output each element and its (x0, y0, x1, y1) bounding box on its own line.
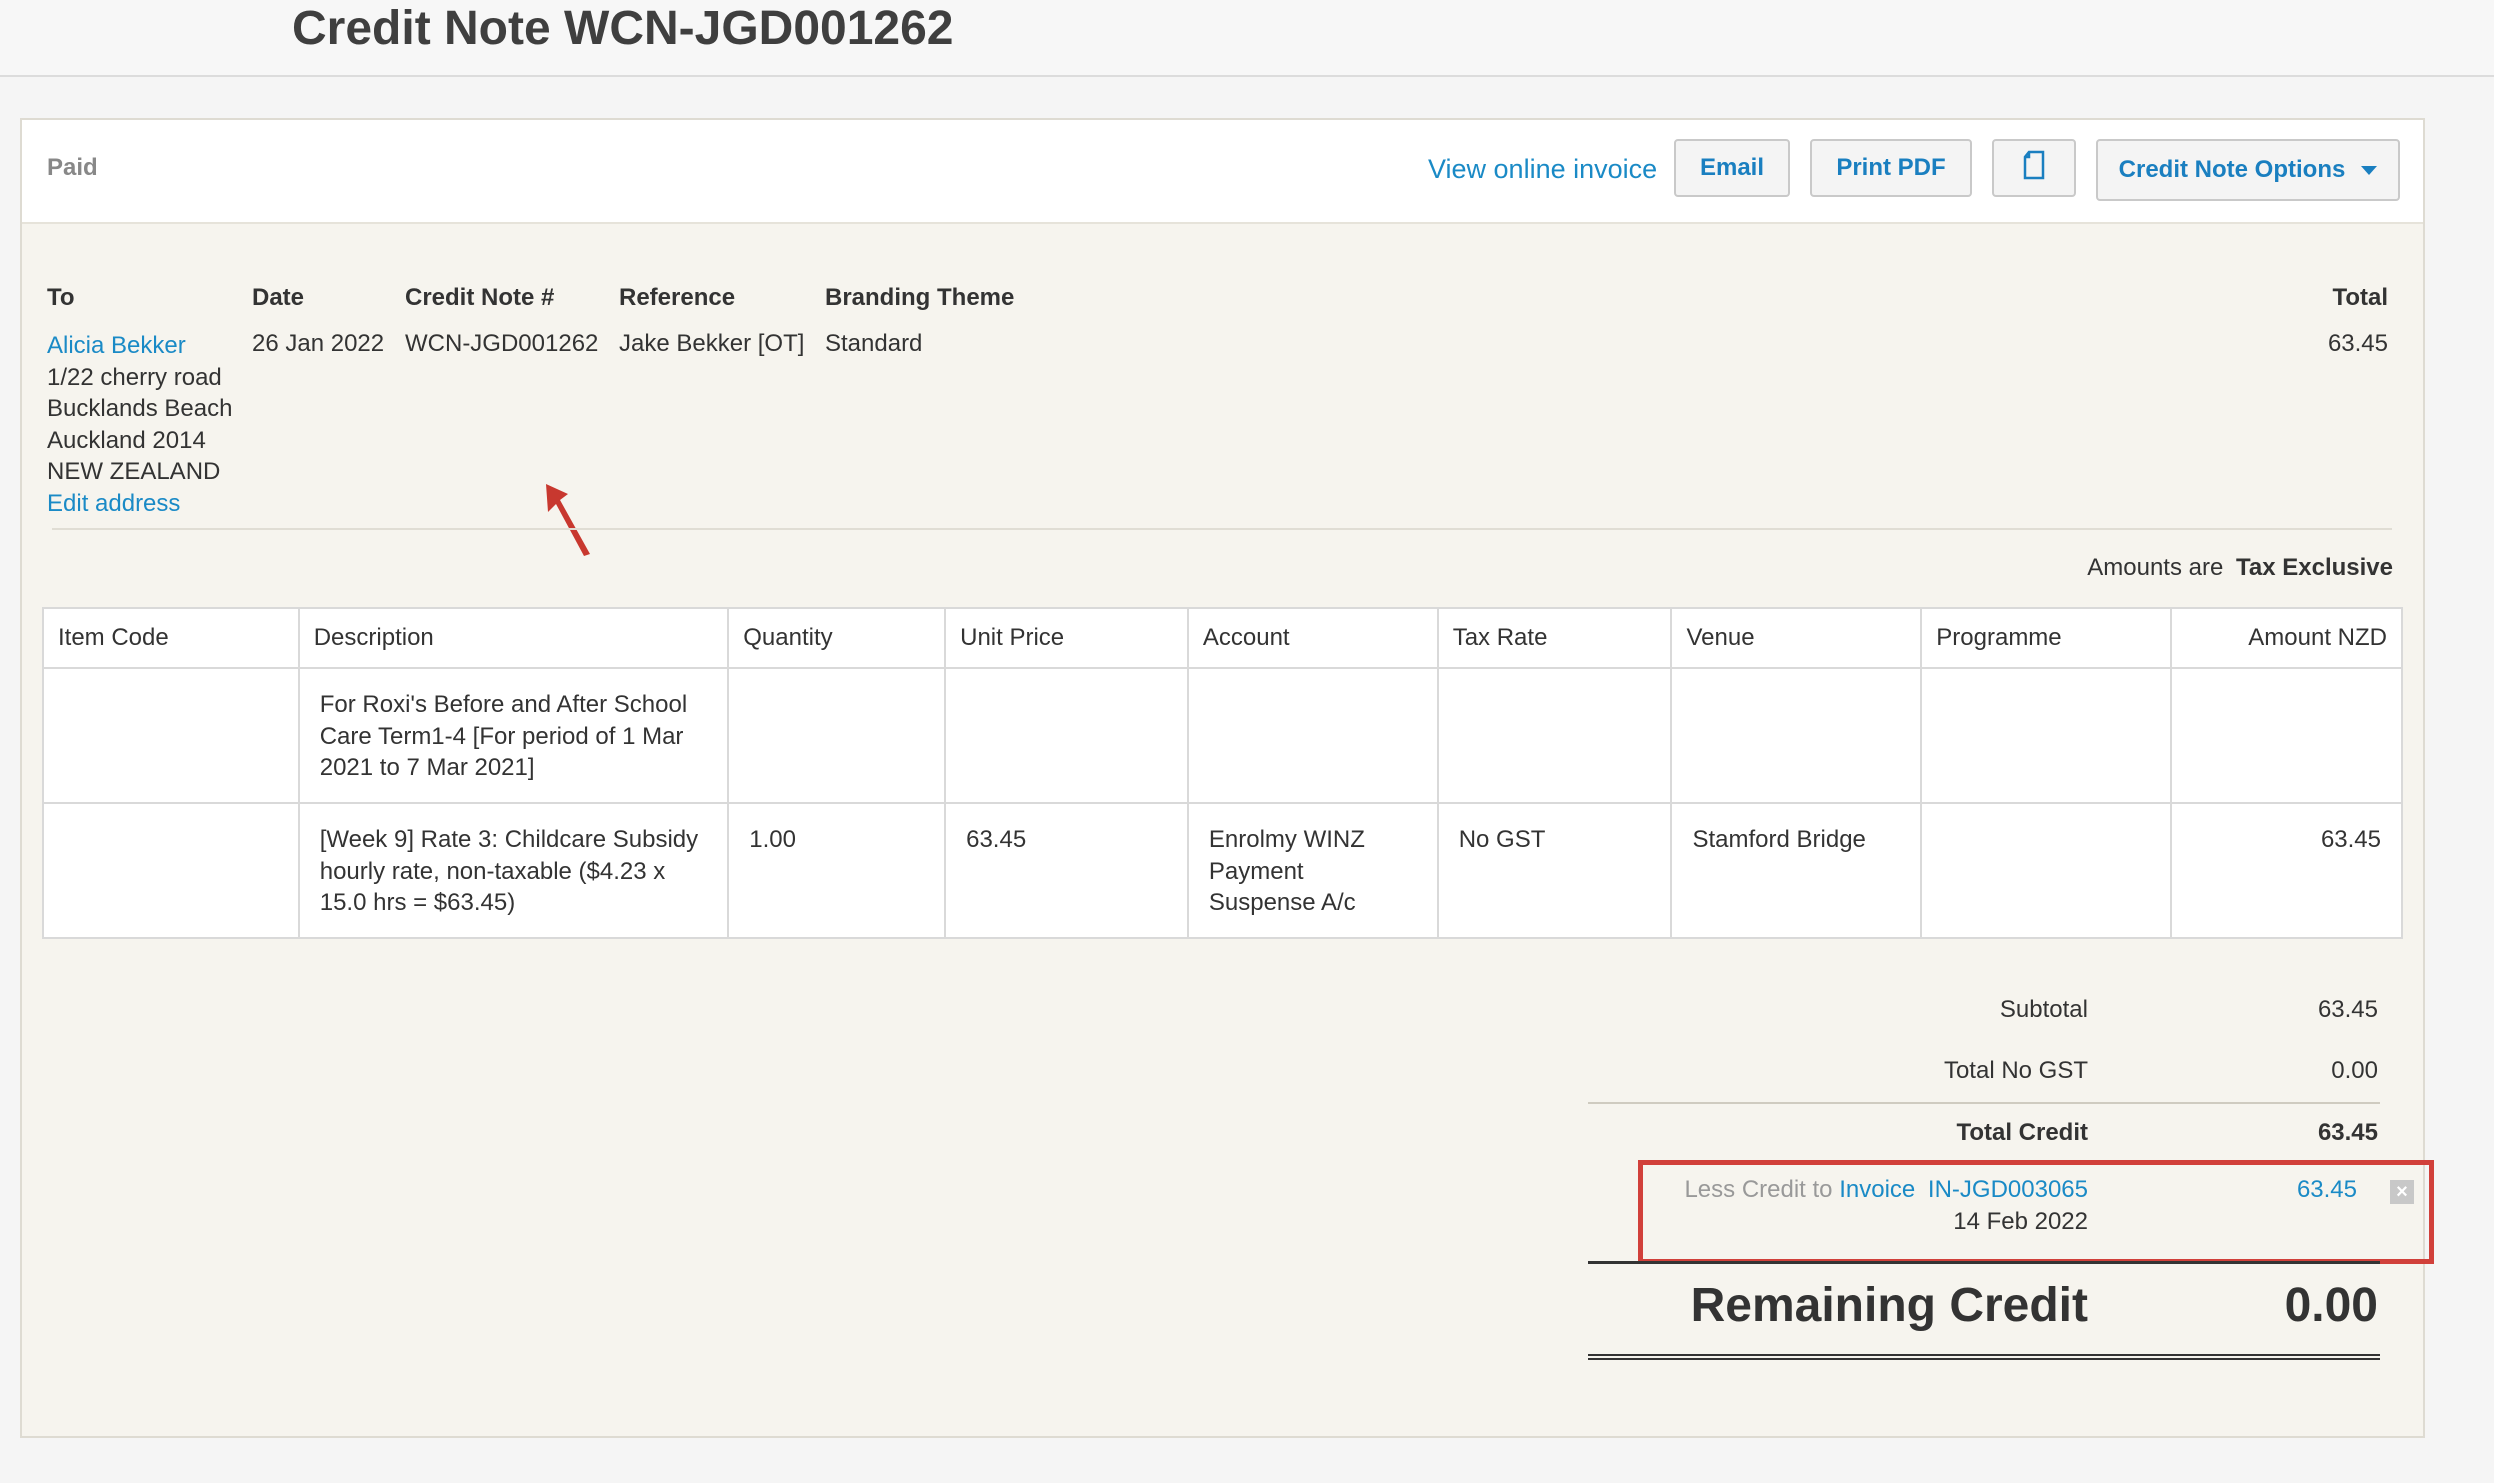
amounts-tax-mode: Amounts are Tax Exclusive (2087, 554, 2393, 582)
subtotal-value: 63.45 (2317, 996, 2378, 1023)
table-row[interactable]: For Roxi's Before and After School Care … (42, 667, 2403, 804)
status-badge: Paid (47, 154, 98, 181)
top-bar: Credit Note WCN-JGD001262 (0, 0, 2494, 77)
programme-cell[interactable] (1920, 667, 2173, 804)
total-no-gst-value: 0.00 (2331, 1057, 2378, 1084)
remaining-credit-label: Remaining Credit (1690, 1279, 2088, 1332)
email-button[interactable]: Email (1674, 139, 1790, 197)
description-cell[interactable]: For Roxi's Before and After School Care … (297, 667, 730, 804)
to-header: To (47, 284, 75, 311)
description-cell[interactable]: [Week 9] Rate 3: Childcare Subsidy hourl… (297, 802, 730, 939)
tax-mode-value: Tax Exclusive (2236, 554, 2393, 581)
less-credit-prefix: Less Credit to (1684, 1176, 1833, 1203)
date-header: Date (252, 284, 305, 311)
credit-note-options-button[interactable]: Credit Note Options (2096, 139, 2400, 201)
tax-rate-cell[interactable] (1436, 667, 1673, 804)
divider (52, 528, 2392, 530)
address-line: 1/22 cherry road (47, 363, 222, 391)
venue-cell[interactable]: Stamford Bridge (1670, 802, 1923, 939)
quantity-cell[interactable]: 1.00 (727, 802, 947, 939)
invoice-link[interactable]: Invoice (1839, 1176, 1915, 1203)
credit-note-panel: Paid View online invoice Email Print PDF… (20, 118, 2434, 1438)
unit-price-cell[interactable] (944, 667, 1189, 804)
item-code-cell[interactable] (42, 802, 300, 939)
caret-down-icon (2361, 165, 2378, 175)
invoice-number-link[interactable]: IN-JGD003065 (1928, 1176, 2088, 1203)
contact-name-link[interactable]: Alicia Bekker (47, 330, 232, 362)
credit-note-date: 26 Jan 2022 (252, 330, 385, 357)
amount-cell[interactable]: 63.45 (2170, 802, 2403, 939)
total-value: 63.45 (2327, 330, 2388, 357)
credit-note-number-header: Credit Note # (405, 284, 555, 311)
column-header: Programme (1920, 607, 2173, 669)
address-line: Bucklands Beach (47, 395, 233, 422)
totals-divider (1588, 1102, 2380, 1104)
amount-cell[interactable] (2170, 667, 2403, 804)
column-header: Item Code (42, 607, 300, 669)
page-title: Credit Note WCN-JGD001262 (292, 2, 954, 55)
programme-cell[interactable] (1920, 802, 2173, 939)
line-items-table: Item Code Description Quantity Unit Pric… (42, 607, 2403, 939)
print-pdf-button[interactable]: Print PDF (1810, 139, 1972, 197)
tax-rate-cell[interactable]: No GST (1436, 802, 1673, 939)
column-header: Amount NZD (2170, 607, 2403, 669)
reference-value: Jake Bekker [OT] (619, 330, 805, 357)
account-cell[interactable] (1186, 667, 1439, 804)
credit-note-options-label: Credit Note Options (2118, 156, 2346, 183)
copy-button[interactable] (1992, 139, 2076, 197)
total-header: Total (2332, 284, 2388, 311)
less-credit-label: Less Credit to Invoice IN-JGD003065 (1684, 1176, 2088, 1204)
remaining-divider (1588, 1261, 2380, 1264)
edit-address-link[interactable]: Edit address (47, 488, 232, 520)
remaining-credit-value: 0.00 (2284, 1279, 2378, 1332)
column-header: Unit Price (944, 607, 1189, 669)
total-credit-label: Total Credit (1956, 1119, 2088, 1146)
subtotal-label: Subtotal (1999, 996, 2088, 1023)
total-credit-value: 63.45 (2317, 1119, 2378, 1146)
copy-document-icon (2022, 150, 2046, 187)
panel-header: Paid View online invoice Email Print PDF… (22, 120, 2423, 224)
unit-price-cell[interactable]: 63.45 (944, 802, 1189, 939)
account-cell[interactable]: Enrolmy WINZ Payment Suspense A/c (1186, 802, 1439, 939)
close-icon[interactable]: × (2390, 1180, 2414, 1204)
branding-theme-value: Standard (825, 330, 923, 357)
less-credit-date: 14 Feb 2022 (1953, 1208, 2088, 1235)
remaining-double-rule (1588, 1354, 2380, 1360)
reference-header: Reference (619, 284, 736, 311)
item-code-cell[interactable] (42, 667, 300, 804)
address-line: NEW ZEALAND (47, 458, 221, 485)
table-header-row: Item Code Description Quantity Unit Pric… (42, 607, 2403, 669)
column-header: Description (297, 607, 730, 669)
column-header: Venue (1670, 607, 1923, 669)
annotation-arrow-icon (546, 484, 590, 556)
contact-address: Alicia Bekker 1/22 cherry road Bucklands… (47, 330, 232, 519)
less-credit-amount-link[interactable]: 63.45 (2297, 1176, 2357, 1204)
view-online-invoice-link[interactable]: View online invoice (1428, 154, 1657, 185)
address-line: Auckland 2014 (47, 426, 206, 454)
quantity-cell[interactable] (727, 667, 947, 804)
credit-note-number: WCN-JGD001262 (405, 330, 599, 357)
column-header: Account (1186, 607, 1439, 669)
table-row[interactable]: [Week 9] Rate 3: Childcare Subsidy hourl… (42, 802, 2403, 939)
venue-cell[interactable] (1670, 667, 1923, 804)
amounts-label: Amounts are (2087, 554, 2224, 581)
column-header: Quantity (727, 607, 947, 669)
total-no-gst-label: Total No GST (1943, 1057, 2088, 1084)
column-header: Tax Rate (1436, 607, 1673, 669)
branding-theme-header: Branding Theme (825, 284, 1015, 311)
